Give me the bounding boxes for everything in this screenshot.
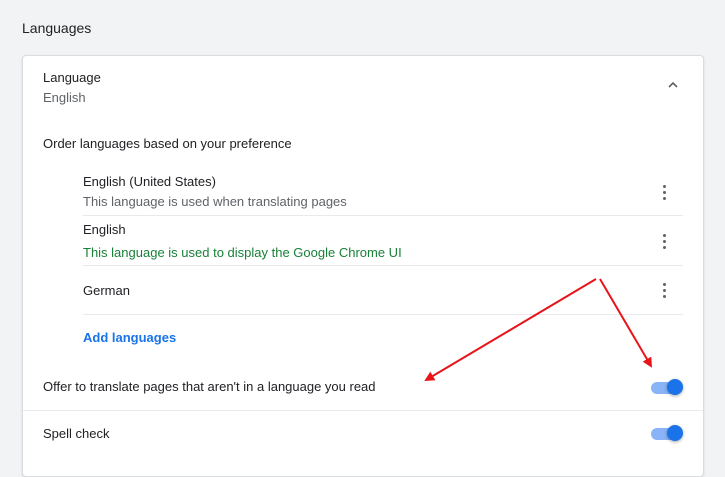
language-label: Language (43, 70, 101, 85)
language-expander[interactable]: Language English (23, 56, 703, 116)
offer-translate-row: Offer to translate pages that aren't in … (23, 366, 703, 411)
offer-translate-label: Offer to translate pages that aren't in … (43, 379, 376, 394)
language-name: English (83, 222, 126, 237)
toggle-knob (667, 379, 683, 395)
language-name: German (83, 283, 130, 298)
language-row-english: English This language is used to display… (83, 216, 683, 266)
language-description: This language is used to display the Goo… (83, 245, 402, 260)
spell-check-label: Spell check (43, 426, 110, 441)
more-actions-icon[interactable] (663, 283, 667, 299)
section-title: Languages (22, 20, 92, 36)
add-languages-button[interactable]: Add languages (83, 330, 176, 345)
more-actions-icon[interactable] (663, 185, 667, 201)
language-row-english-us: English (United States) This language is… (83, 166, 683, 216)
language-name: English (United States) (83, 174, 216, 189)
more-actions-icon[interactable] (663, 234, 667, 250)
language-row-german: German (83, 266, 683, 315)
language-list: English (United States) This language is… (83, 166, 683, 315)
language-value: English (43, 90, 86, 105)
spell-check-toggle[interactable] (651, 424, 683, 442)
offer-translate-toggle[interactable] (651, 378, 683, 396)
languages-card: Language English Order languages based o… (22, 55, 704, 477)
language-description: This language is used when translating p… (83, 194, 347, 209)
chevron-up-icon[interactable] (667, 80, 679, 90)
order-languages-label: Order languages based on your preference (43, 136, 292, 151)
spell-check-row: Spell check (23, 412, 703, 456)
toggle-knob (667, 425, 683, 441)
